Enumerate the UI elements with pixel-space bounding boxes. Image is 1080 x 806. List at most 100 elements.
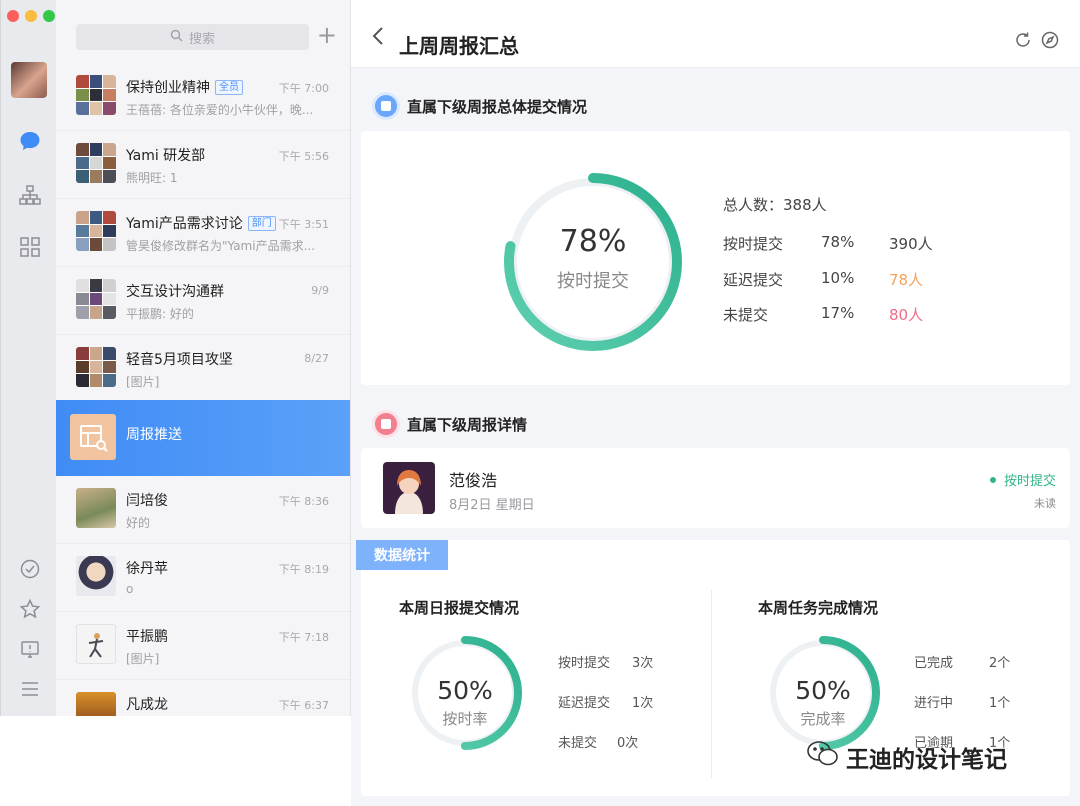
report-date: 8月2日 星期日 (449, 498, 535, 513)
avatar[interactable] (11, 62, 47, 98)
zoom-window-button[interactable] (43, 10, 55, 22)
compass-icon[interactable] (1041, 31, 1059, 49)
chat-tag: 全员 (215, 80, 243, 95)
chat-time: 下午 7:18 (278, 631, 329, 644)
chat-time: 下午 7:00 (278, 82, 329, 95)
stat-count-missing: 80人 (889, 306, 924, 324)
chevron-left-icon[interactable] (371, 26, 385, 49)
group-avatar (76, 143, 116, 183)
tasks-label: 完成率 (800, 710, 846, 728)
watermark: 王迪的设计笔记 (806, 740, 1007, 774)
section-title: 直属下级周报详情 (407, 415, 528, 434)
chat-name: 凡成龙 (126, 697, 168, 713)
ontime-progress-ring (504, 173, 682, 351)
chat-preview: 好的 (126, 516, 151, 530)
stat-percent: 17% (821, 304, 855, 322)
chat-name: 轻音5月项目攻坚 (126, 352, 233, 368)
chat-preview: [图片] (126, 375, 160, 389)
refresh-icon[interactable] (1014, 31, 1032, 49)
chat-time: 下午 5:56 (278, 150, 329, 163)
section-title: 直属下级周报总体提交情况 (407, 97, 588, 116)
menu-icon[interactable] (17, 676, 43, 702)
list-item[interactable]: 凡成龙 下午 6:37 (56, 680, 350, 716)
summary-section-header: 直属下级周报总体提交情况 (375, 95, 587, 117)
avatar (76, 624, 116, 664)
report-detail-row[interactable]: 范俊浩 8月2日 星期日 按时提交 未读 (361, 448, 1070, 528)
stat-count-late: 78人 (889, 271, 924, 289)
watermark-text: 王迪的设计笔记 (846, 747, 1007, 773)
list-item[interactable]: 徐丹苹 o 下午 8:19 (56, 544, 350, 612)
chat-time: 下午 6:37 (278, 699, 329, 712)
tasks-percent: 50% (795, 676, 851, 705)
chat-tag: 部门 (247, 216, 276, 231)
chat-preview: 熊明旺: 1 (126, 171, 178, 185)
star-icon[interactable] (17, 596, 43, 622)
chat-preview: 平振鹏: 好的 (126, 307, 194, 321)
chat-bubble-icon[interactable] (17, 128, 43, 154)
list-item[interactable]: Yami 研发部 熊明旺: 1 下午 5:56 (56, 131, 350, 199)
chat-time: 8/27 (304, 352, 329, 365)
window-controls (7, 10, 55, 22)
avatar (76, 692, 116, 716)
read-state: 未读 (1034, 497, 1056, 510)
check-circle-icon[interactable] (17, 556, 43, 582)
list-item[interactable]: 闫培俊 好的 下午 8:36 (56, 476, 350, 544)
feedback-icon[interactable] (17, 636, 43, 662)
section-badge-icon (375, 95, 397, 117)
list-item[interactable]: Yami产品需求讨论 部门 管昊俊修改群名为"Yami产品需求... 下午 3:5… (56, 199, 350, 267)
avatar (383, 462, 435, 514)
chat-preview: [图片] (126, 652, 160, 666)
tab-data-stats[interactable]: 数据统计 (356, 540, 448, 570)
avatar (76, 488, 116, 528)
ring-percent: 78% (559, 224, 627, 259)
close-window-button[interactable] (7, 10, 19, 22)
daily-row-value: 1次 (632, 696, 654, 711)
detail-section-header: 直属下级周报详情 (375, 413, 527, 435)
total-count: 总人数：388人 (723, 196, 827, 214)
list-item[interactable]: 保持创业精神 全员 王蓓蓓: 各位亲爱的小牛伙伴，晚... 下午 7:00 (56, 63, 350, 131)
chat-name: Yami 研发部 (126, 148, 206, 164)
daily-row-label: 按时提交 (558, 656, 611, 671)
daily-row-label: 延迟提交 (558, 696, 611, 711)
chat-preview: 管昊俊修改群名为"Yami产品需求... (126, 239, 316, 253)
chat-name: 徐丹苹 (126, 561, 168, 577)
list-item[interactable]: 轻音5月项目攻坚 [图片] 8/27 (56, 335, 350, 403)
list-item-active[interactable]: 周报推送 (56, 400, 350, 476)
report-icon (70, 414, 116, 460)
list-item[interactable]: 交互设计沟通群 平振鹏: 好的 9/9 (56, 267, 350, 335)
minimize-window-button[interactable] (25, 10, 37, 22)
status-badge: 按时提交 (990, 470, 1056, 489)
stat-label: 按时提交 (723, 235, 784, 253)
chat-name: 闫培俊 (126, 493, 168, 509)
stat-percent: 10% (821, 269, 855, 287)
org-chart-icon[interactable] (17, 182, 43, 208)
plus-icon[interactable]: + (317, 22, 337, 48)
stat-label: 未提交 (723, 306, 769, 324)
chat-name: 周报推送 (126, 427, 182, 443)
stat-percent: 78% (821, 233, 855, 251)
chat-time: 下午 3:51 (278, 218, 329, 231)
avatar (76, 556, 116, 596)
group-avatar (76, 211, 116, 251)
tasks-row-value: 1个 (989, 696, 1011, 711)
chat-name: Yami产品需求讨论 (126, 216, 243, 232)
daily-row-value: 0次 (617, 736, 639, 751)
chat-name: 保持创业精神 (126, 80, 210, 96)
chat-preview: o (126, 582, 134, 596)
search-placeholder: 搜索 (188, 31, 215, 47)
tasks-row-label: 进行中 (914, 696, 954, 711)
report-panel: 上周周报汇总 直属下级周报总体提交情况 78% 按时提交 总人数：388人 按时… (351, 0, 1080, 806)
group-avatar (76, 75, 116, 115)
chat-time: 下午 8:36 (278, 495, 329, 508)
daily-row-value: 3次 (632, 656, 654, 671)
apps-grid-icon[interactable] (17, 234, 43, 260)
search-input[interactable]: 搜索 (76, 24, 309, 50)
section-badge-icon (375, 413, 397, 435)
daily-row-label: 未提交 (558, 736, 598, 751)
daily-label: 按时率 (442, 710, 488, 728)
person-name: 范俊浩 (449, 471, 498, 490)
list-item[interactable]: 平振鹏 [图片] 下午 7:18 (56, 612, 350, 680)
stat-count: 390人 (889, 235, 933, 253)
header: 上周周报汇总 (351, 0, 1080, 68)
conversation-list: 搜索 + 保持创业精神 全员 王蓓蓓: 各位亲爱的小牛伙伴，晚... 下午 7:0… (56, 0, 351, 716)
